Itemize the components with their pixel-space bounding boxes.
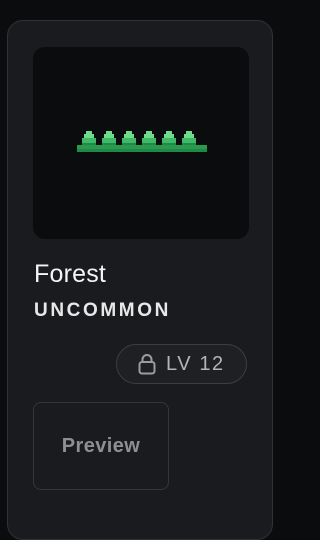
lock-icon — [138, 354, 156, 375]
tree-crown — [124, 134, 134, 138]
tree-base — [102, 143, 116, 145]
tree-crown — [144, 134, 154, 138]
item-title: Forest — [34, 260, 107, 288]
tree-top — [186, 131, 192, 134]
tree-body — [142, 138, 156, 143]
tree-base — [162, 143, 176, 145]
tree-base — [142, 143, 156, 145]
item-thumbnail — [33, 47, 249, 239]
level-label: LV 12 — [166, 352, 225, 375]
tree-crown — [104, 134, 114, 138]
tree-top — [106, 131, 112, 134]
tree-body — [162, 138, 176, 143]
tree-top — [86, 131, 92, 134]
tree-body — [122, 138, 136, 143]
tree-crown — [184, 134, 194, 138]
level-requirement-badge: LV 12 — [116, 344, 247, 384]
tree-top — [146, 131, 152, 134]
tree-base — [82, 143, 96, 145]
tree-crown — [164, 134, 174, 138]
tree-body — [82, 138, 96, 143]
tree-base — [182, 143, 196, 145]
ground-shadow — [77, 149, 207, 152]
rarity-label: UNCOMMON — [34, 300, 171, 321]
tree-crown — [84, 134, 94, 138]
tree-body — [182, 138, 196, 143]
ground-strip — [77, 145, 207, 149]
item-card[interactable]: Forest UNCOMMON LV 12 Preview — [7, 20, 273, 540]
tree-base — [122, 143, 136, 145]
tree-top — [166, 131, 172, 134]
pixel-forest-icon — [77, 131, 207, 152]
preview-button[interactable]: Preview — [33, 402, 169, 490]
tree-body — [102, 138, 116, 143]
tree-top — [126, 131, 132, 134]
